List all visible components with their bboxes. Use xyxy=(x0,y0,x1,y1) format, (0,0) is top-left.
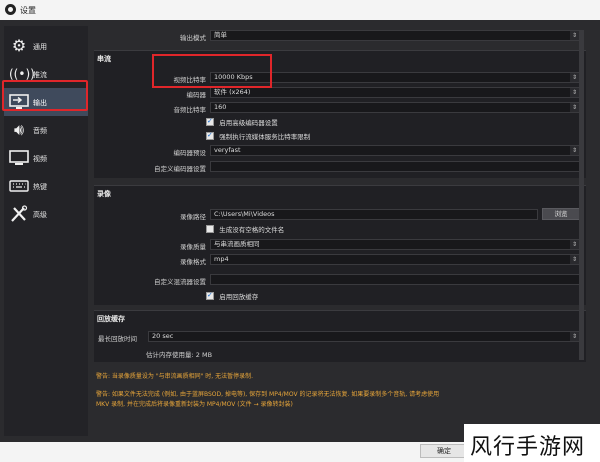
audio-bitrate-label: 音频比特率 xyxy=(173,106,207,114)
sidebar-item-label: 音频 xyxy=(33,127,47,135)
ok-button[interactable]: 确定 xyxy=(420,444,468,458)
recording-path-input[interactable]: C:\Users\Mi\Videos xyxy=(210,209,538,220)
encoder-preset-value: veryfast xyxy=(214,146,241,154)
enable-advanced-encoder-label: 启用高级编码器设置 xyxy=(219,119,278,127)
sidebar-item-audio[interactable]: 🔊︎ 音频 xyxy=(4,116,88,144)
recording-format-value: mp4 xyxy=(214,255,229,263)
keyboard-icon xyxy=(9,177,29,195)
recording-path-label: 录像路径 xyxy=(180,213,206,221)
checkbox-checked-icon[interactable] xyxy=(206,131,214,140)
recording-section-title: 录像 xyxy=(97,190,111,198)
checkbox-checked-icon[interactable] xyxy=(206,291,214,300)
max-replay-time-label: 最长回放时间 xyxy=(98,335,137,343)
enable-replay-buffer-label: 启用回放缓存 xyxy=(219,293,259,301)
sidebar-item-label: 通用 xyxy=(33,43,47,51)
title-bar: 设置 xyxy=(0,0,600,20)
enable-advanced-encoder-checkbox[interactable]: 启用高级编码器设置 xyxy=(206,117,278,127)
recording-path-value: C:\Users\Mi\Videos xyxy=(214,210,275,218)
tools-icon xyxy=(9,205,29,223)
warning-text-3: MKV 录制, 并在完成后将录像重新封装为 MP4/MOV (文件 → 录像转封… xyxy=(96,401,293,408)
recording-quality-select[interactable]: 与串流画质相同 ⇕ xyxy=(210,239,580,250)
monitor-icon xyxy=(9,149,29,167)
encoder-preset-select[interactable]: veryfast ⇕ xyxy=(210,145,580,156)
chevron-down-icon: ⇕ xyxy=(570,255,579,264)
output-mode-select[interactable]: 简单 ⇕ xyxy=(210,30,580,41)
spin-arrows-icon[interactable]: ⇕ xyxy=(570,332,579,341)
chevron-down-icon: ⇕ xyxy=(570,31,579,40)
chevron-down-icon: ⇕ xyxy=(570,146,579,155)
replay-buffer-section-title: 回放缓存 xyxy=(97,315,125,323)
output-mode-label: 输出模式 xyxy=(180,34,206,42)
settings-window: ⚙ 通用 ((•)) 推流 输出 🔊︎ 音频 视频 热键 高级 输出模式 简单 … xyxy=(0,20,600,442)
chevron-down-icon: ⇕ xyxy=(570,103,579,112)
browse-button[interactable]: 浏览 xyxy=(542,208,580,220)
watermark-text: 风行手游网 xyxy=(470,435,586,460)
replay-buffer-section: 回放缓存 最长回放时间 20 sec ⇕ 估计内存使用量: 2 MB xyxy=(94,310,586,362)
recording-quality-value: 与串流画质相同 xyxy=(214,240,260,248)
enable-replay-buffer-checkbox[interactable]: 启用回放缓存 xyxy=(206,291,258,301)
sidebar-item-label: 推流 xyxy=(33,71,47,79)
sidebar-item-label: 热键 xyxy=(33,183,47,191)
no-space-filename-checkbox[interactable]: 生成没有空格的文件名 xyxy=(206,224,284,234)
sidebar-item-video[interactable]: 视频 xyxy=(4,144,88,172)
audio-bitrate-value: 160 xyxy=(214,103,227,111)
recording-section: 录像 录像路径 C:\Users\Mi\Videos 浏览 生成没有空格的文件名… xyxy=(94,185,586,305)
spin-arrows-icon[interactable]: ⇕ xyxy=(570,73,579,82)
checkbox-checked-icon[interactable] xyxy=(206,117,214,126)
streaming-section-title: 串流 xyxy=(97,55,111,63)
custom-encoder-settings-input[interactable] xyxy=(210,161,580,172)
video-bitrate-highlight-box xyxy=(152,54,272,88)
audio-bitrate-select[interactable]: 160 ⇕ xyxy=(210,102,580,113)
encoder-preset-label: 编码器预设 xyxy=(173,149,207,157)
chevron-down-icon: ⇕ xyxy=(570,240,579,249)
custom-muxer-settings-label: 自定义混流器设置 xyxy=(154,278,206,286)
output-settings-panel: 输出模式 简单 ⇕ 串流 视频比特率 10000 Kbps ⇕ 编码器 软件 (… xyxy=(94,20,586,442)
gear-icon: ⚙ xyxy=(11,36,27,55)
recording-format-select[interactable]: mp4 ⇕ xyxy=(210,254,580,265)
sidebar-item-advanced[interactable]: 高级 xyxy=(4,200,88,228)
max-replay-time-input[interactable]: 20 sec ⇕ xyxy=(148,331,580,342)
obs-logo-icon xyxy=(5,4,16,15)
custom-muxer-settings-input[interactable] xyxy=(210,274,580,285)
sidebar-item-general[interactable]: ⚙ 通用 xyxy=(4,32,88,60)
sidebar-item-label: 高级 xyxy=(33,211,47,219)
sidebar-item-label: 视频 xyxy=(33,155,47,163)
warning-text-2: 警告: 如果文件无法完成 (例如, 由于蓝屏BSOD, 掉电等), 保存到 MP… xyxy=(96,391,440,398)
chevron-down-icon: ⇕ xyxy=(570,88,579,97)
enforce-bitrate-limits-label: 强制执行流媒体服务比特率限制 xyxy=(219,133,311,141)
window-title: 设置 xyxy=(20,6,36,15)
recording-format-label: 录像格式 xyxy=(180,258,206,266)
scrollbar[interactable] xyxy=(579,30,584,360)
warning-text-1: 警告: 当录像质量设为 "与串流画质相同" 时, 无法暂停录制. xyxy=(96,373,253,380)
encoder-select[interactable]: 软件 (x264) ⇕ xyxy=(210,87,580,98)
custom-encoder-settings-label: 自定义编码器设置 xyxy=(154,165,206,173)
recording-quality-label: 录像质量 xyxy=(180,243,206,251)
speaker-icon: 🔊︎ xyxy=(13,120,25,139)
checkbox-unchecked-icon[interactable] xyxy=(206,225,214,233)
output-mode-value: 简单 xyxy=(214,31,227,39)
enforce-bitrate-limits-checkbox[interactable]: 强制执行流媒体服务比特率限制 xyxy=(206,131,310,141)
watermark: 风行手游网 xyxy=(464,424,600,462)
output-highlight-box xyxy=(2,80,88,111)
encoder-label: 编码器 xyxy=(186,91,207,99)
encoder-value: 软件 (x264) xyxy=(214,88,251,96)
no-space-filename-label: 生成没有空格的文件名 xyxy=(219,226,285,234)
sidebar-item-hotkeys[interactable]: 热键 xyxy=(4,172,88,200)
max-replay-time-value: 20 sec xyxy=(152,332,174,340)
estimated-memory-label: 估计内存使用量: 2 MB xyxy=(146,351,213,359)
